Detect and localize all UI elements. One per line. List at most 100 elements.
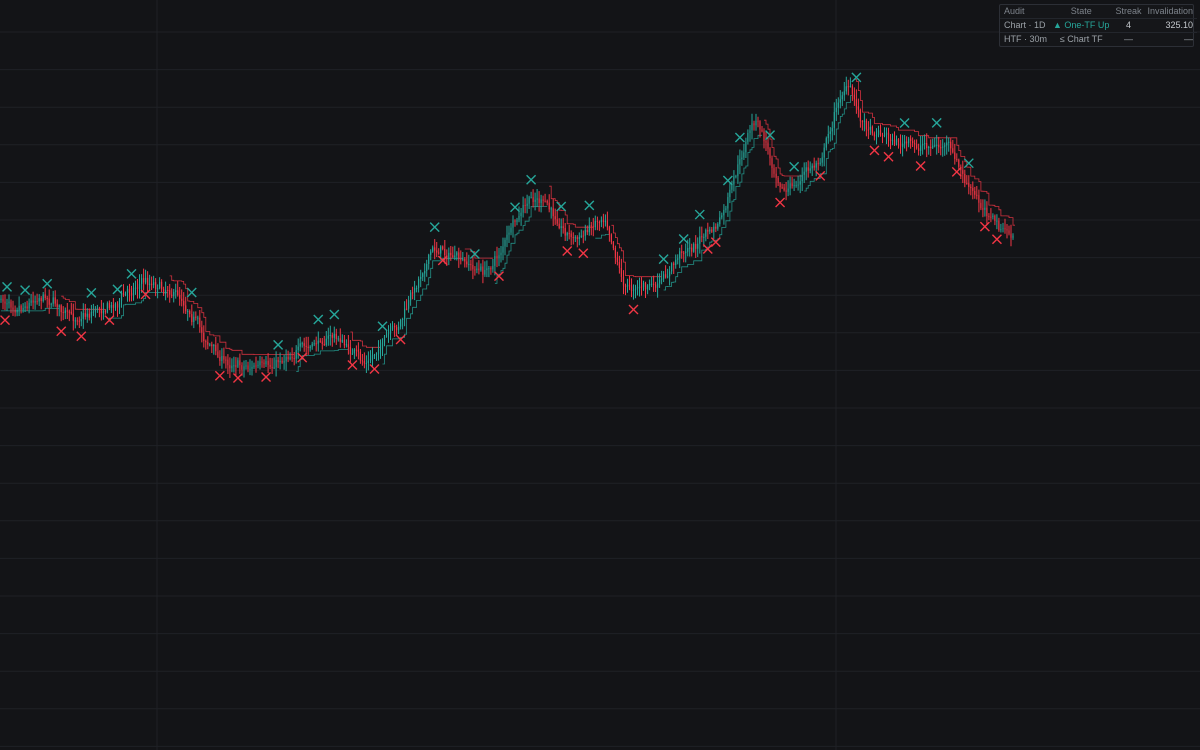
candle-body	[255, 365, 257, 367]
candle-body	[6, 303, 8, 305]
candle-body	[460, 259, 462, 261]
candle-body	[319, 340, 321, 342]
x-marker-up	[429, 222, 440, 233]
candle-body	[18, 305, 20, 310]
candle-body	[377, 349, 380, 354]
candle-body	[562, 226, 564, 229]
candle-body	[719, 217, 721, 225]
candle-body	[110, 305, 112, 308]
candle-body	[612, 242, 614, 248]
candle-body	[524, 205, 526, 206]
candle-body	[261, 361, 263, 363]
candle-body	[165, 290, 167, 294]
candle-body	[436, 250, 438, 253]
candle-body	[263, 362, 265, 365]
candle-body	[34, 301, 36, 303]
candle-body	[24, 306, 26, 308]
candle-body	[102, 310, 104, 314]
candle-body	[669, 271, 671, 277]
x-marker-up	[20, 285, 31, 296]
candle-body	[38, 298, 40, 302]
candle-body	[861, 121, 863, 123]
candle-body	[2, 298, 4, 302]
candle-body	[801, 174, 803, 182]
candle-body	[956, 159, 958, 160]
candle-body	[108, 303, 110, 308]
candle-body	[510, 227, 512, 233]
x-marker-up	[658, 254, 669, 265]
candle-body	[313, 343, 315, 345]
candle-body	[789, 183, 791, 189]
candle-body	[823, 147, 825, 158]
candle-body	[267, 360, 269, 365]
candle-body	[578, 237, 580, 239]
candle-body	[86, 313, 88, 317]
candle-body	[239, 360, 241, 366]
candle-body	[337, 338, 339, 340]
candle-body	[494, 255, 496, 266]
candle-body	[839, 99, 841, 103]
x-marker-up	[899, 118, 910, 129]
x-marker-up	[112, 284, 123, 295]
candle-body	[657, 283, 659, 288]
candle-body	[325, 338, 327, 345]
candle-body	[570, 233, 572, 238]
candle-body	[237, 360, 239, 367]
candle-body	[843, 91, 845, 96]
candle-body	[691, 247, 693, 252]
candle-body	[594, 221, 596, 228]
candle-body	[819, 162, 821, 164]
candle-body	[265, 360, 267, 365]
candle-body	[474, 269, 476, 271]
candle-body	[311, 343, 313, 347]
x-marker-down	[395, 334, 406, 345]
candle-body	[36, 301, 38, 303]
candle-body	[76, 320, 78, 322]
chart-area[interactable]	[0, 0, 1200, 750]
candle-body	[241, 365, 243, 370]
candle-body	[68, 311, 70, 313]
candle-body	[992, 215, 994, 217]
candle-body	[408, 300, 410, 309]
candle-body	[885, 132, 888, 135]
candle-body	[327, 335, 329, 339]
candle-body	[104, 310, 106, 313]
candle-body	[671, 263, 673, 272]
x-marker-down	[869, 145, 880, 156]
candle-body	[644, 282, 647, 290]
candle-body	[723, 209, 725, 216]
candle-body	[191, 314, 193, 323]
candle-body	[600, 220, 602, 223]
candle-body	[988, 216, 990, 218]
candle-body	[331, 335, 333, 338]
candle-body	[442, 246, 444, 249]
x-marker-up	[734, 132, 745, 143]
candle-body	[875, 135, 878, 137]
x-marker-down	[775, 197, 786, 208]
candle-body	[84, 313, 86, 317]
candle-body	[26, 306, 28, 309]
candle-body	[725, 208, 727, 210]
candle-body	[398, 326, 400, 331]
price-chart[interactable]	[0, 0, 1200, 750]
candle-body	[799, 181, 801, 185]
audit-row-chart: Chart · 1D ▲ One-TF Up 4 325.10	[1000, 18, 1197, 33]
candle-body	[787, 188, 789, 192]
candle-body	[199, 317, 201, 328]
candle-body	[721, 215, 723, 218]
candle-body	[546, 200, 548, 203]
candle-body	[404, 308, 406, 319]
candle-body	[602, 220, 604, 223]
candle-body	[456, 252, 458, 256]
candle-body	[741, 157, 743, 160]
candle-body	[646, 285, 649, 290]
candle-body	[522, 205, 524, 213]
candle-body	[369, 359, 372, 361]
candle-body	[831, 127, 833, 132]
candle-body	[414, 287, 416, 293]
candle-body	[982, 208, 984, 210]
candle-body	[564, 228, 566, 236]
candle-body	[1010, 233, 1012, 238]
candle-body	[687, 248, 689, 252]
candle-body	[948, 141, 950, 143]
